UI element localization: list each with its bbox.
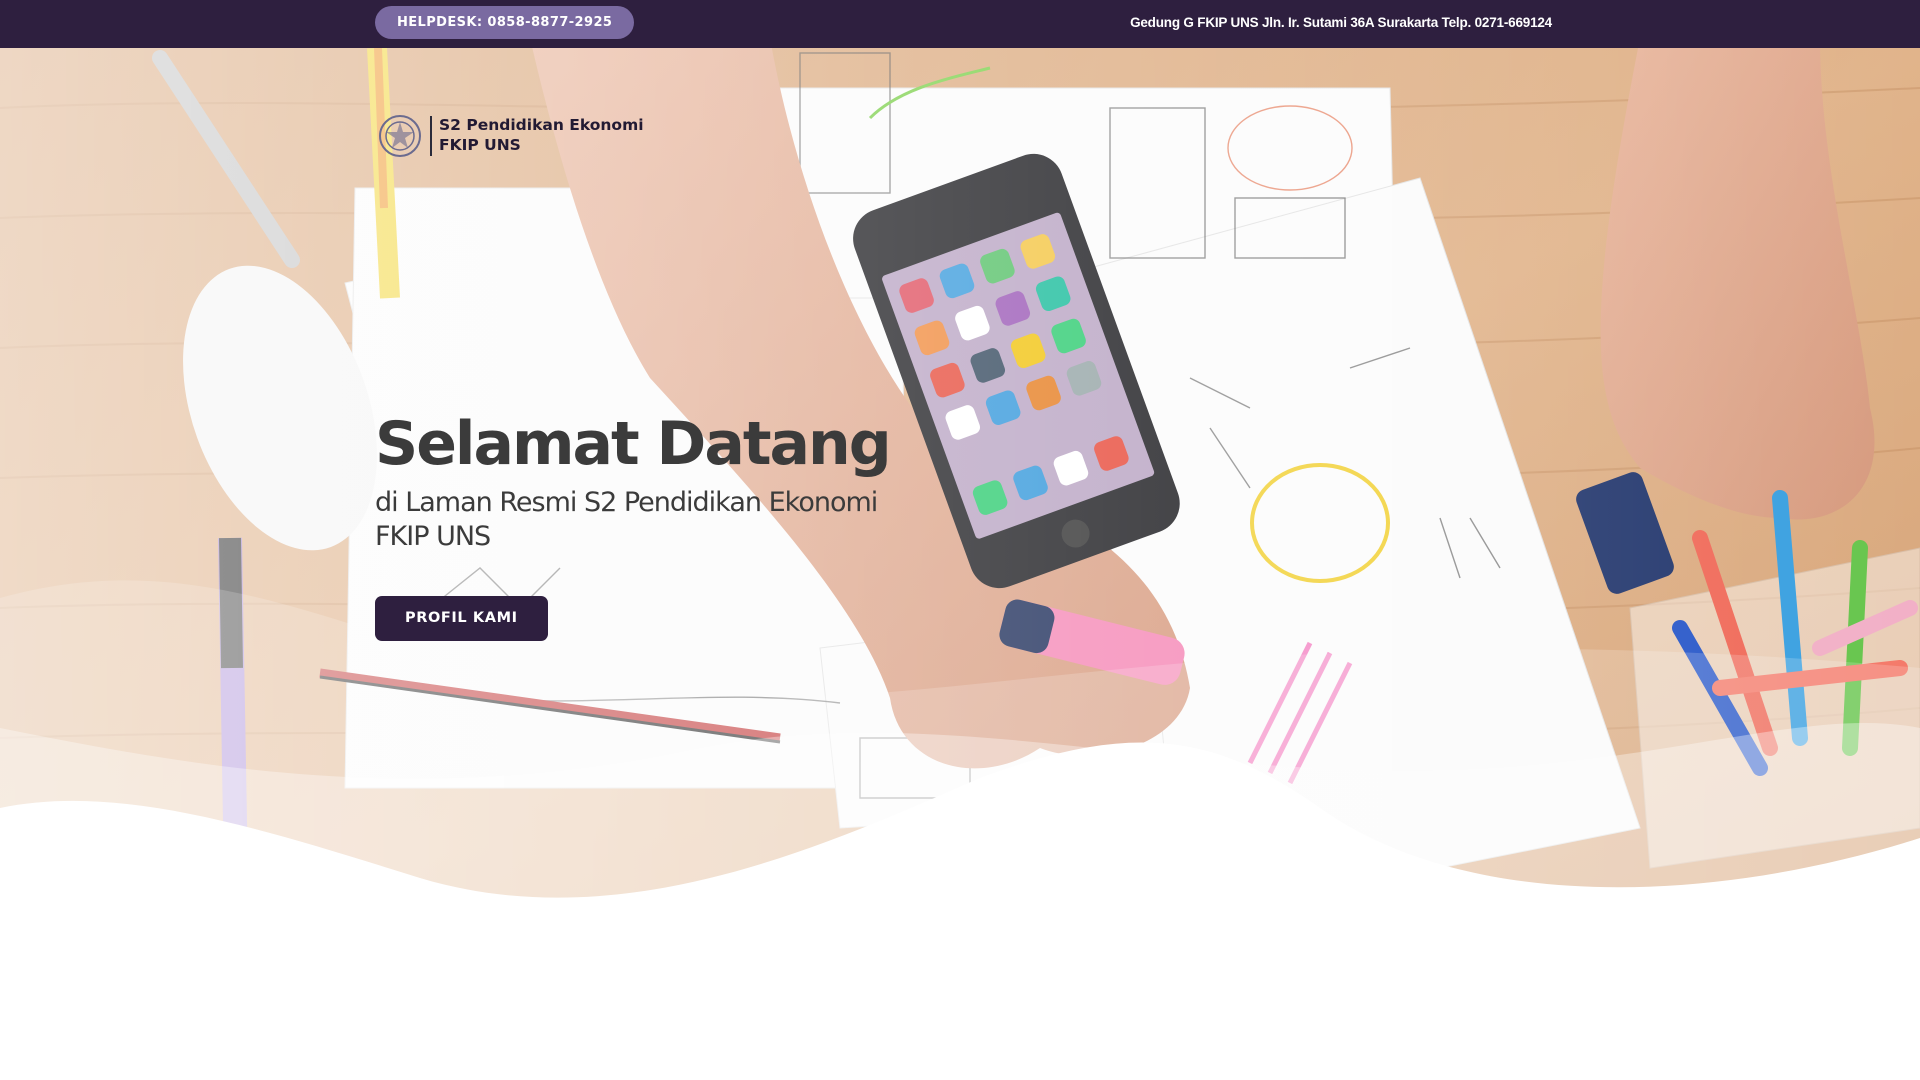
desk-workspace-image bbox=[0, 48, 1920, 1080]
site-logo[interactable]: S2 Pendidikan Ekonomi FKIP UNS bbox=[376, 112, 666, 160]
helpdesk-button[interactable]: HELPDESK: 0858-8877-2925 bbox=[375, 6, 635, 39]
logo-text: S2 Pendidikan Ekonomi FKIP UNS bbox=[439, 115, 644, 155]
logo-line-2: FKIP UNS bbox=[439, 136, 521, 154]
hero-content: Selamat Datang di Laman Resmi S2 Pendidi… bbox=[375, 406, 935, 641]
contact-address: Gedung G FKIP UNS Jln. Ir. Sutami 36A Su… bbox=[1130, 15, 1552, 30]
top-bar: HELPDESK: 0858-8877-2925 Gedung G FKIP U… bbox=[0, 0, 1920, 48]
hero-section: S2 Pendidikan Ekonomi FKIP UNS Selamat D… bbox=[0, 48, 1920, 1080]
university-seal-icon bbox=[379, 115, 421, 157]
logo-divider bbox=[430, 116, 432, 156]
hero-title: Selamat Datang bbox=[375, 409, 892, 479]
hero-subtitle: di Laman Resmi S2 Pendidikan Ekonomi FKI… bbox=[375, 487, 878, 552]
profil-kami-button[interactable]: PROFIL KAMI bbox=[375, 596, 548, 641]
logo-line-1: S2 Pendidikan Ekonomi bbox=[439, 116, 644, 134]
